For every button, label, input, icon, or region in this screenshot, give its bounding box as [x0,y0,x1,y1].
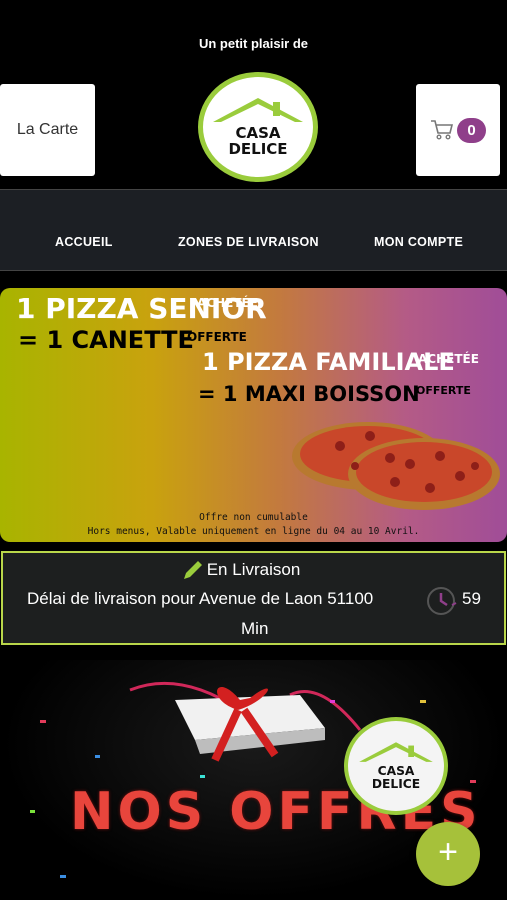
nav-item-accueil[interactable]: ACCUEIL [55,235,113,249]
promo-line2: = 1 CANETTE [18,326,194,354]
delivery-minutes-unit: Min [241,619,269,638]
promo-footnote-1: Offre non cumulable [199,512,308,523]
delivery-status: En Livraison [206,560,301,579]
promo-banner[interactable]: 1 PIZZA SENIOR ACHETÉE = 1 CANETTE OFFER… [0,288,507,542]
plus-icon: + [438,833,458,871]
delivery-minutes: 59 [462,589,481,608]
nav-item-mon-compte[interactable]: MON COMPTE [374,235,463,249]
house-roof-icon: CASA DELICE [213,98,303,158]
delivery-info[interactable]: En Livraison Délai de livraison pour Ave… [1,551,506,645]
logo-small-text-line1: CASA [378,764,415,778]
promo-line3-small: ACHETÉE [418,352,479,366]
brand-logo-small: CASA DELICE [344,717,448,815]
promo-line1-small: ACHETÉE [197,296,258,310]
promo-line3: 1 PIZZA FAMILIALE [202,348,455,376]
carte-button[interactable]: La Carte [0,84,95,176]
delivery-text: Délai de livraison pour Avenue de Laon 5… [27,589,374,608]
nav-item-zones-livraison[interactable]: ZONES DE LIVRAISON [178,235,319,249]
promo-line4-small: OFFERTE [416,384,471,397]
main-nav: ACCUEIL ZONES DE LIVRAISON MON COMPTE [0,189,507,271]
cart-button[interactable]: 0 [416,84,500,176]
cart-count-badge: 0 [457,117,486,143]
promo-footnote-2: Hors menus, Valable uniquement en ligne … [87,526,420,537]
logo-text-line2: DELICE [228,140,287,158]
promo-line4: = 1 MAXI BOISSON [198,382,420,406]
house-roof-icon: CASA DELICE [359,742,433,791]
tagline: Un petit plaisir de [198,36,309,51]
add-fab-button[interactable]: + [416,822,480,886]
clock-icon [427,587,457,615]
carte-button-label: La Carte [16,121,79,138]
pizza-image [292,422,500,510]
brand-logo[interactable]: CASA DELICE [198,72,318,182]
promo-line2-small: OFFERTE [187,330,247,344]
cart-icon [431,120,454,140]
logo-small-text-line2: DELICE [372,777,420,791]
